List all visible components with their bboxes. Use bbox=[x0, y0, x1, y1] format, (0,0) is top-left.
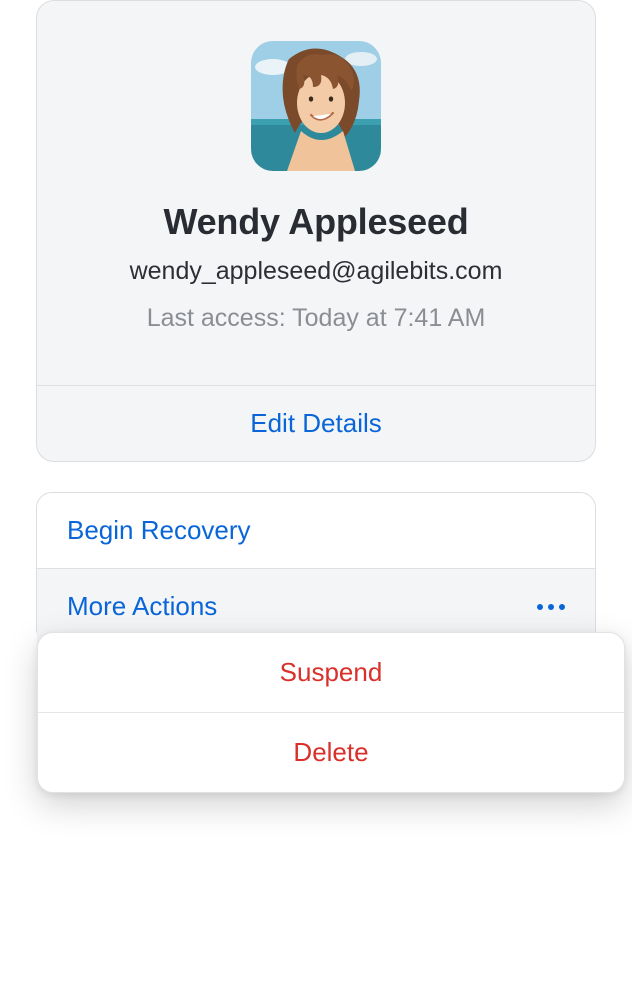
profile-card: Wendy Appleseed wendy_appleseed@agilebit… bbox=[36, 0, 596, 462]
edit-details-button[interactable]: Edit Details bbox=[37, 386, 595, 461]
profile-email: wendy_appleseed@agilebits.com bbox=[57, 257, 575, 286]
avatar bbox=[251, 41, 381, 171]
profile-summary: Wendy Appleseed wendy_appleseed@agilebit… bbox=[37, 1, 595, 385]
more-actions-popover: Suspend Delete bbox=[37, 632, 625, 793]
more-actions-label: More Actions bbox=[67, 591, 217, 622]
ellipsis-icon bbox=[537, 604, 565, 610]
suspend-button[interactable]: Suspend bbox=[38, 633, 624, 712]
profile-last-access: Last access: Today at 7:41 AM bbox=[57, 304, 575, 333]
begin-recovery-button[interactable]: Begin Recovery bbox=[37, 493, 595, 568]
profile-name: Wendy Appleseed bbox=[57, 201, 575, 243]
delete-button[interactable]: Delete bbox=[38, 713, 624, 792]
actions-card: Begin Recovery More Actions Suspend Dele… bbox=[36, 492, 596, 645]
